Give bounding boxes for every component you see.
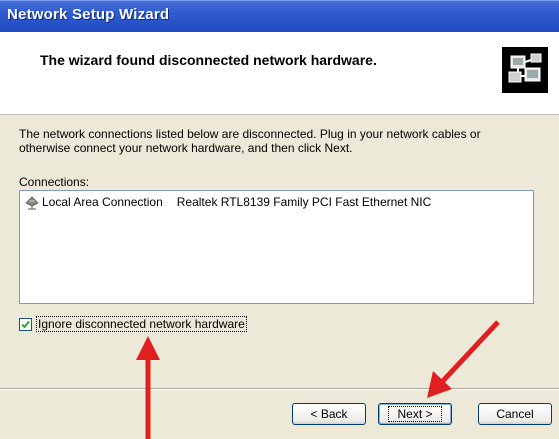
back-button-label: < Back — [310, 407, 348, 421]
ignore-hardware-checkbox[interactable]: Ignore disconnected network hardware — [19, 316, 247, 332]
cancel-button-label: Cancel — [496, 407, 534, 421]
connections-list[interactable]: Local Area Connection Realtek RTL8139 Fa… — [19, 190, 534, 304]
connections-label: Connections: — [19, 175, 90, 189]
next-button-label: Next > — [388, 406, 442, 422]
page-heading: The wizard found disconnected network ha… — [40, 52, 377, 68]
checkmark-icon — [21, 320, 30, 328]
wizard-body: The network connections listed below are… — [0, 115, 559, 439]
back-button[interactable]: < Back — [292, 403, 366, 425]
network-connection-icon — [25, 196, 39, 210]
connection-name: Local Area Connection — [42, 195, 163, 209]
checkbox-box[interactable] — [19, 317, 32, 331]
ignore-hardware-label[interactable]: Ignore disconnected network hardware — [36, 316, 247, 332]
title-bar: Network Setup Wizard — [0, 0, 559, 32]
cancel-button[interactable]: Cancel — [478, 403, 552, 425]
wizard-header: The wizard found disconnected network ha… — [0, 32, 559, 115]
window-title: Network Setup Wizard — [7, 6, 170, 23]
connection-device: Realtek RTL8139 Family PCI Fast Ethernet… — [176, 195, 432, 209]
button-separator — [0, 388, 559, 390]
list-item[interactable]: Local Area Connection Realtek RTL8139 Fa… — [24, 194, 431, 210]
next-button[interactable]: Next > — [378, 403, 452, 425]
network-wizard-icon — [502, 47, 548, 93]
description-text: The network connections listed below are… — [19, 127, 481, 155]
